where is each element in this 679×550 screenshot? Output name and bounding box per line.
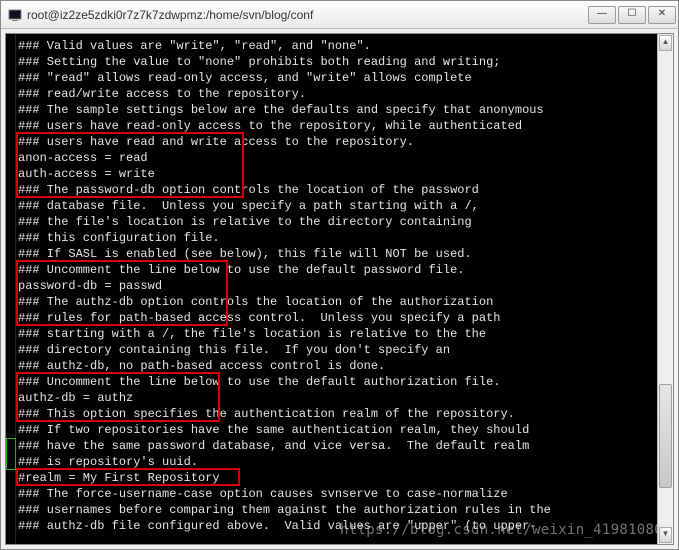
scroll-up-button[interactable]: ▲ xyxy=(659,35,672,51)
terminal-line: ### The sample settings below are the de… xyxy=(18,102,657,118)
terminal-line: ### The password-db option controls the … xyxy=(18,182,657,198)
close-button[interactable]: ✕ xyxy=(648,6,676,24)
scroll-track[interactable] xyxy=(658,52,673,526)
maximize-button[interactable]: ☐ xyxy=(618,6,646,24)
terminal-line: ### authz-db, no path-based access contr… xyxy=(18,358,657,374)
client-area: ### Valid values are "write", "read", an… xyxy=(5,33,674,545)
terminal-line: ### starting with a /, the file's locati… xyxy=(18,326,657,342)
terminal-line: ### this configuration file. xyxy=(18,230,657,246)
terminal-line: authz-db = authz xyxy=(18,390,657,406)
putty-icon xyxy=(7,7,23,23)
vertical-scrollbar[interactable]: ▲ ▼ xyxy=(657,34,673,544)
terminal-line: ### have the same password database, and… xyxy=(18,438,657,454)
scroll-down-button[interactable]: ▼ xyxy=(659,527,672,543)
terminal-line: ### The force-username-case option cause… xyxy=(18,486,657,502)
terminal-line: ### users have read-only access to the r… xyxy=(18,118,657,134)
terminal-line: ### Uncomment the line below to use the … xyxy=(18,374,657,390)
terminal-line: ### Uncomment the line below to use the … xyxy=(18,262,657,278)
terminal-line: password-db = passwd xyxy=(18,278,657,294)
terminal-window: root@iz2ze5zdki0r7z7k7zdwpmz:/home/svn/b… xyxy=(0,0,679,550)
titlebar[interactable]: root@iz2ze5zdki0r7z7k7zdwpmz:/home/svn/b… xyxy=(1,1,678,29)
terminal-line: ### If two repositories have the same au… xyxy=(18,422,657,438)
terminal-line: ### "read" allows read-only access, and … xyxy=(18,70,657,86)
terminal-line: ### If SASL is enabled (see below), this… xyxy=(18,246,657,262)
terminal-line: ### database file. Unless you specify a … xyxy=(18,198,657,214)
terminal-line: anon-access = read xyxy=(18,150,657,166)
terminal-line: ### Setting the value to "none" prohibit… xyxy=(18,54,657,70)
scroll-thumb[interactable] xyxy=(659,384,672,488)
terminal-line: auth-access = write xyxy=(18,166,657,182)
terminal-line: ### the file's location is relative to t… xyxy=(18,214,657,230)
terminal-line: ### authz-db file configured above. Vali… xyxy=(18,518,657,534)
window-title: root@iz2ze5zdki0r7z7k7zdwpmz:/home/svn/b… xyxy=(27,8,313,22)
terminal-line: ### usernames before comparing them agai… xyxy=(18,502,657,518)
terminal-line: ### directory containing this file. If y… xyxy=(18,342,657,358)
minimize-button[interactable]: — xyxy=(588,6,616,24)
terminal-line: ### The authz-db option controls the loc… xyxy=(18,294,657,310)
terminal-output[interactable]: ### Valid values are "write", "read", an… xyxy=(16,34,657,544)
left-gutter xyxy=(6,34,16,544)
terminal-line: #realm = My First Repository xyxy=(18,470,657,486)
terminal-line: ### users have read and write access to … xyxy=(18,134,657,150)
gutter-change-marker xyxy=(6,438,16,470)
terminal-line: ### This option specifies the authentica… xyxy=(18,406,657,422)
terminal-line: ### is repository's uuid. xyxy=(18,454,657,470)
terminal-line: ### rules for path-based access control.… xyxy=(18,310,657,326)
terminal-line: ### Valid values are "write", "read", an… xyxy=(18,38,657,54)
terminal-line: ### read/write access to the repository. xyxy=(18,86,657,102)
